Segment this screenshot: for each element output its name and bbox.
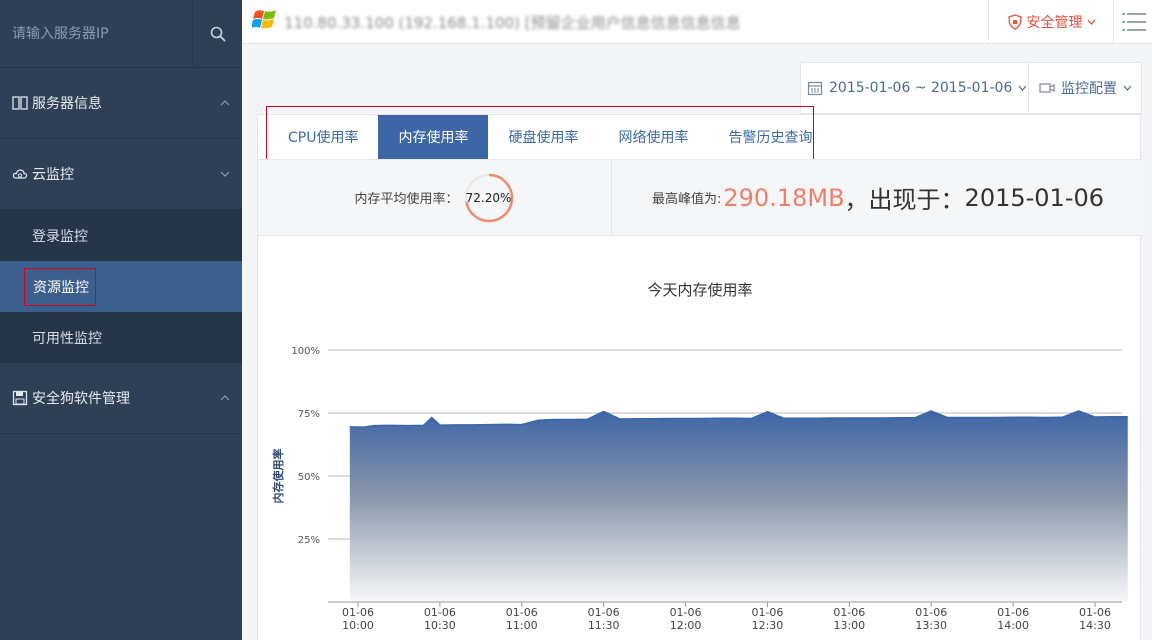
- sidebar-item-login-monitor[interactable]: 登录监控: [0, 210, 242, 261]
- windows-logo-icon: [252, 10, 276, 29]
- x-tick-label-time: 13:30: [915, 619, 947, 632]
- chevron-down-icon: [220, 171, 230, 177]
- x-tick-label-time: 10:00: [342, 619, 374, 632]
- x-tick-label-time: 14:30: [1079, 619, 1111, 632]
- peak-value: 290.18MB: [723, 183, 845, 212]
- server-ip-search-input[interactable]: [0, 0, 192, 67]
- video-camera-icon: [1039, 83, 1055, 93]
- cloud-icon: [12, 166, 28, 182]
- x-tick-label-time: 14:00: [997, 619, 1029, 632]
- x-tick-label-time: 12:30: [752, 619, 784, 632]
- calendar-icon: [807, 81, 823, 96]
- x-tick-label-time: 12:00: [670, 619, 702, 632]
- tab-disk-usage[interactable]: 硬盘使用率: [488, 115, 598, 159]
- chevron-down-icon: [1123, 85, 1132, 91]
- sidebar-item-availability-monitor[interactable]: 可用性监控: [0, 312, 242, 363]
- memory-usage-chart: 25%50%75%100%01-0610:0001-0610:3001-0611…: [271, 346, 1128, 632]
- chevron-up-icon: [220, 395, 230, 401]
- sidebar-item-label: 登录监控: [32, 228, 88, 245]
- avg-usage-ring: 72.20%: [463, 172, 515, 224]
- x-tick-label-date: 01-06: [915, 606, 947, 619]
- top-header: 110.80.33.100 (192.168.1.100) [预留企业用户信息信…: [242, 0, 1152, 44]
- date-range-value: 2015-01-06 ~ 2015-01-06: [829, 80, 1013, 96]
- menu-icon[interactable]: [1122, 10, 1146, 34]
- x-tick-label-time: 11:00: [506, 619, 538, 632]
- tab-label: 网络使用率: [618, 130, 689, 146]
- sidebar-item-label: 可用性监控: [32, 330, 102, 347]
- shield-icon: [1007, 14, 1022, 30]
- x-tick-label-date: 01-06: [342, 606, 374, 619]
- x-tick-label-date: 01-06: [424, 606, 456, 619]
- y-axis-label: 内存使用率: [271, 449, 285, 504]
- x-tick-label-time: 11:30: [588, 619, 620, 632]
- security-management-menu[interactable]: 安全管理: [988, 0, 1114, 44]
- monitor-panel: CPU使用率 内存使用率 硬盘使用率 网络使用率 告警历史查询 内存平均使用率：…: [257, 106, 1142, 640]
- x-tick-label-date: 01-06: [833, 606, 865, 619]
- chart-title: 今天内存使用率: [647, 281, 753, 299]
- sidebar-search: [0, 0, 242, 68]
- y-tick-label: 50%: [298, 472, 320, 483]
- tab-alert-history[interactable]: 告警历史查询: [708, 115, 832, 159]
- x-tick-label-date: 01-06: [588, 606, 620, 619]
- server-title-text: 110.80.33.100 (192.168.1.100) [预留企业用户信息信…: [284, 13, 740, 32]
- search-button[interactable]: [192, 0, 242, 67]
- tab-cpu-usage[interactable]: CPU使用率: [268, 115, 378, 159]
- memory-stats: 内存平均使用率： 72.20% 最高峰值为: 290.18MB ，出现于： 20…: [258, 159, 1142, 236]
- chevron-down-icon: [1018, 85, 1027, 91]
- sidebar-group-label: 云监控: [32, 167, 74, 183]
- sidebar-submenu-cloud-monitor: 登录监控 资源监控 可用性监控: [0, 210, 242, 363]
- sidebar-group-cloud-monitor[interactable]: 云监控: [0, 139, 242, 210]
- peak-separator: ，出现于：: [844, 186, 965, 214]
- tab-label: 硬盘使用率: [508, 130, 579, 146]
- tab-label: CPU使用率: [288, 130, 359, 146]
- chevron-down-icon: [1087, 19, 1095, 25]
- x-tick-label-date: 01-06: [751, 606, 783, 619]
- columns-icon: [12, 95, 28, 111]
- avg-usage-value: 72.20%: [465, 190, 512, 205]
- server-title: 110.80.33.100 (192.168.1.100) [预留企业用户信息信…: [284, 10, 740, 34]
- x-tick-label-date: 01-06: [670, 606, 702, 619]
- y-tick-label: 25%: [298, 535, 320, 546]
- security-management-label: 安全管理: [1026, 15, 1083, 31]
- search-icon: [210, 26, 226, 42]
- tab-label: 告警历史查询: [728, 130, 813, 146]
- tab-network-usage[interactable]: 网络使用率: [598, 115, 708, 159]
- tab-memory-usage[interactable]: 内存使用率: [378, 115, 489, 159]
- metric-tabs: CPU使用率 内存使用率 硬盘使用率 网络使用率 告警历史查询: [258, 115, 1142, 159]
- peak-date: 2015-01-06: [964, 183, 1105, 212]
- x-tick-label-date: 01-06: [1079, 606, 1111, 619]
- sidebar: 服务器信息 云监控 登录监控 资源监控 可用性监控 安全狗软件管理: [0, 0, 242, 640]
- peak-label: 最高峰值为:: [652, 192, 722, 207]
- monitor-config-label: 监控配置: [1061, 81, 1117, 97]
- sidebar-group-label: 服务器信息: [32, 96, 102, 112]
- sidebar-item-label: 资源监控: [24, 267, 96, 306]
- monitor-config-menu[interactable]: 监控配置: [1029, 62, 1142, 114]
- x-tick-label-time: 13:00: [833, 619, 865, 632]
- sidebar-group-server-info[interactable]: 服务器信息: [0, 68, 242, 139]
- peak-usage-stat: 最高峰值为: 290.18MB ，出现于： 2015-01-06: [612, 160, 1142, 235]
- date-range-picker[interactable]: 2015-01-06 ~ 2015-01-06: [800, 62, 1029, 114]
- sidebar-group-safedog-software[interactable]: 安全狗软件管理: [0, 363, 242, 434]
- memory-usage-area: [349, 410, 1128, 602]
- tab-label: 内存使用率: [398, 130, 469, 146]
- x-tick-label-date: 01-06: [506, 606, 538, 619]
- y-tick-label: 75%: [298, 409, 320, 420]
- sidebar-item-resource-monitor[interactable]: 资源监控: [0, 261, 242, 312]
- x-tick-label-date: 01-06: [997, 606, 1029, 619]
- chevron-up-icon: [220, 100, 230, 106]
- avg-usage-label: 内存平均使用率：: [354, 192, 459, 207]
- sidebar-group-label: 安全狗软件管理: [32, 391, 130, 407]
- avg-usage-stat: 内存平均使用率： 72.20%: [258, 160, 612, 235]
- floppy-disk-icon: [12, 390, 28, 406]
- x-tick-label-time: 10:30: [424, 619, 456, 632]
- y-tick-label: 100%: [291, 346, 320, 357]
